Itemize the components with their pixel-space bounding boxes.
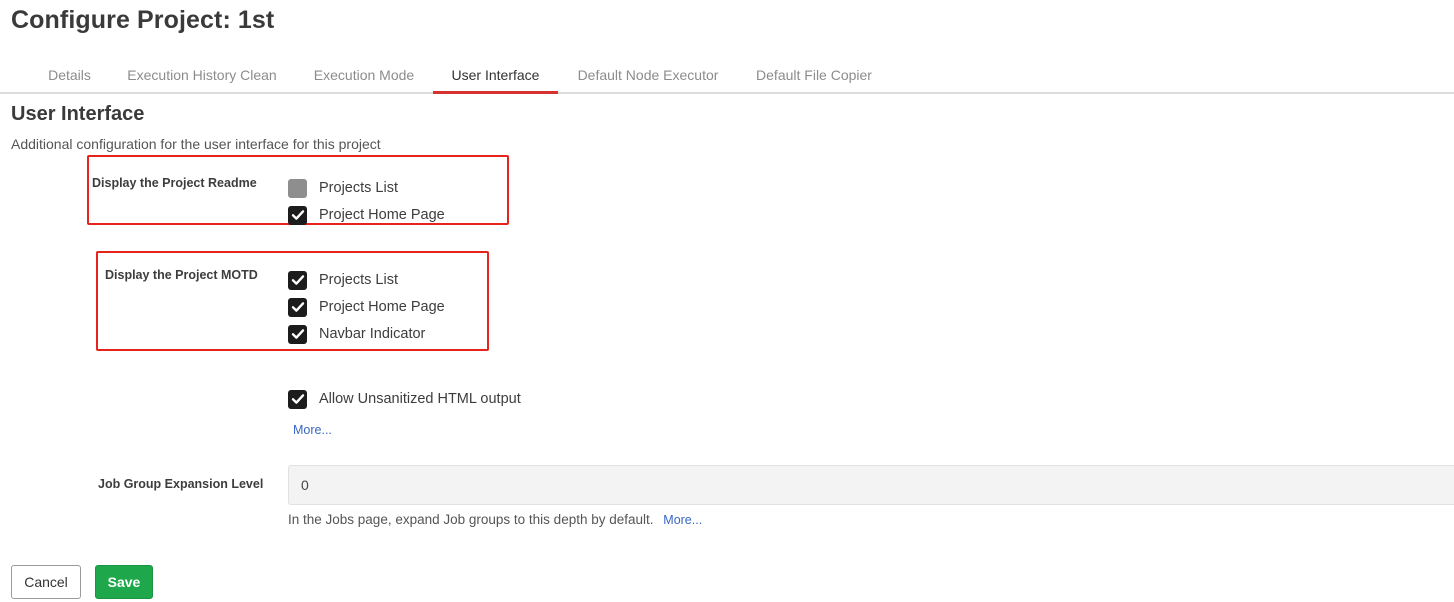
tab-user-interface[interactable]: User Interface [433,56,558,94]
motd-navbar-indicator-option[interactable]: Navbar Indicator [288,324,425,344]
checkbox-label: Project Home Page [319,207,445,223]
section-title: User Interface [11,103,145,125]
checkbox-label: Projects List [319,180,398,196]
motd-projects-list-option[interactable]: Projects List [288,270,398,290]
job-group-expansion-label: Job Group Expansion Level [98,477,264,491]
save-button[interactable]: Save [95,565,153,599]
tab-execution-history-clean[interactable]: Execution History Clean [124,56,280,94]
job-group-expansion-input[interactable] [288,465,1454,505]
readme-project-home-page-option[interactable]: Project Home Page [288,205,445,225]
checkmark-icon[interactable] [288,389,307,409]
tab-execution-mode[interactable]: Execution Mode [312,56,416,94]
page-title: Configure Project: 1st [11,6,275,34]
checkbox-label: Project Home Page [319,299,445,315]
unchecked-checkbox-icon[interactable] [288,178,307,198]
allow-unsanitized-html-option[interactable]: Allow Unsanitized HTML output [288,389,521,409]
readme-projects-list-option[interactable]: Projects List [288,178,398,198]
section-description: Additional configuration for the user in… [11,136,381,152]
unsanitized-more-link[interactable]: More... [293,423,332,437]
tab-default-file-copier[interactable]: Default File Copier [753,56,875,94]
motd-project-home-page-option[interactable]: Project Home Page [288,297,445,317]
checkbox-label: Allow Unsanitized HTML output [319,391,521,407]
checkmark-icon[interactable] [288,270,307,290]
checkbox-label: Navbar Indicator [319,326,426,342]
readme-label: Display the Project Readme [92,176,257,190]
tab-bar: Details Execution History Clean Executio… [0,56,1454,94]
checkmark-icon[interactable] [288,205,307,225]
help-text-content: In the Jobs page, expand Job groups to t… [288,512,654,527]
job-group-help-text: In the Jobs page, expand Job groups to t… [288,512,702,527]
checkmark-icon[interactable] [288,324,307,344]
tab-default-node-executor[interactable]: Default Node Executor [574,56,722,94]
checkmark-icon[interactable] [288,297,307,317]
motd-label: Display the Project MOTD [105,268,258,282]
configure-project-page: Configure Project: 1st Details Execution… [0,0,1454,602]
tab-details[interactable]: Details [47,56,92,94]
cancel-button[interactable]: Cancel [11,565,81,599]
job-group-more-link[interactable]: More... [663,513,702,527]
checkbox-label: Projects List [319,272,398,288]
